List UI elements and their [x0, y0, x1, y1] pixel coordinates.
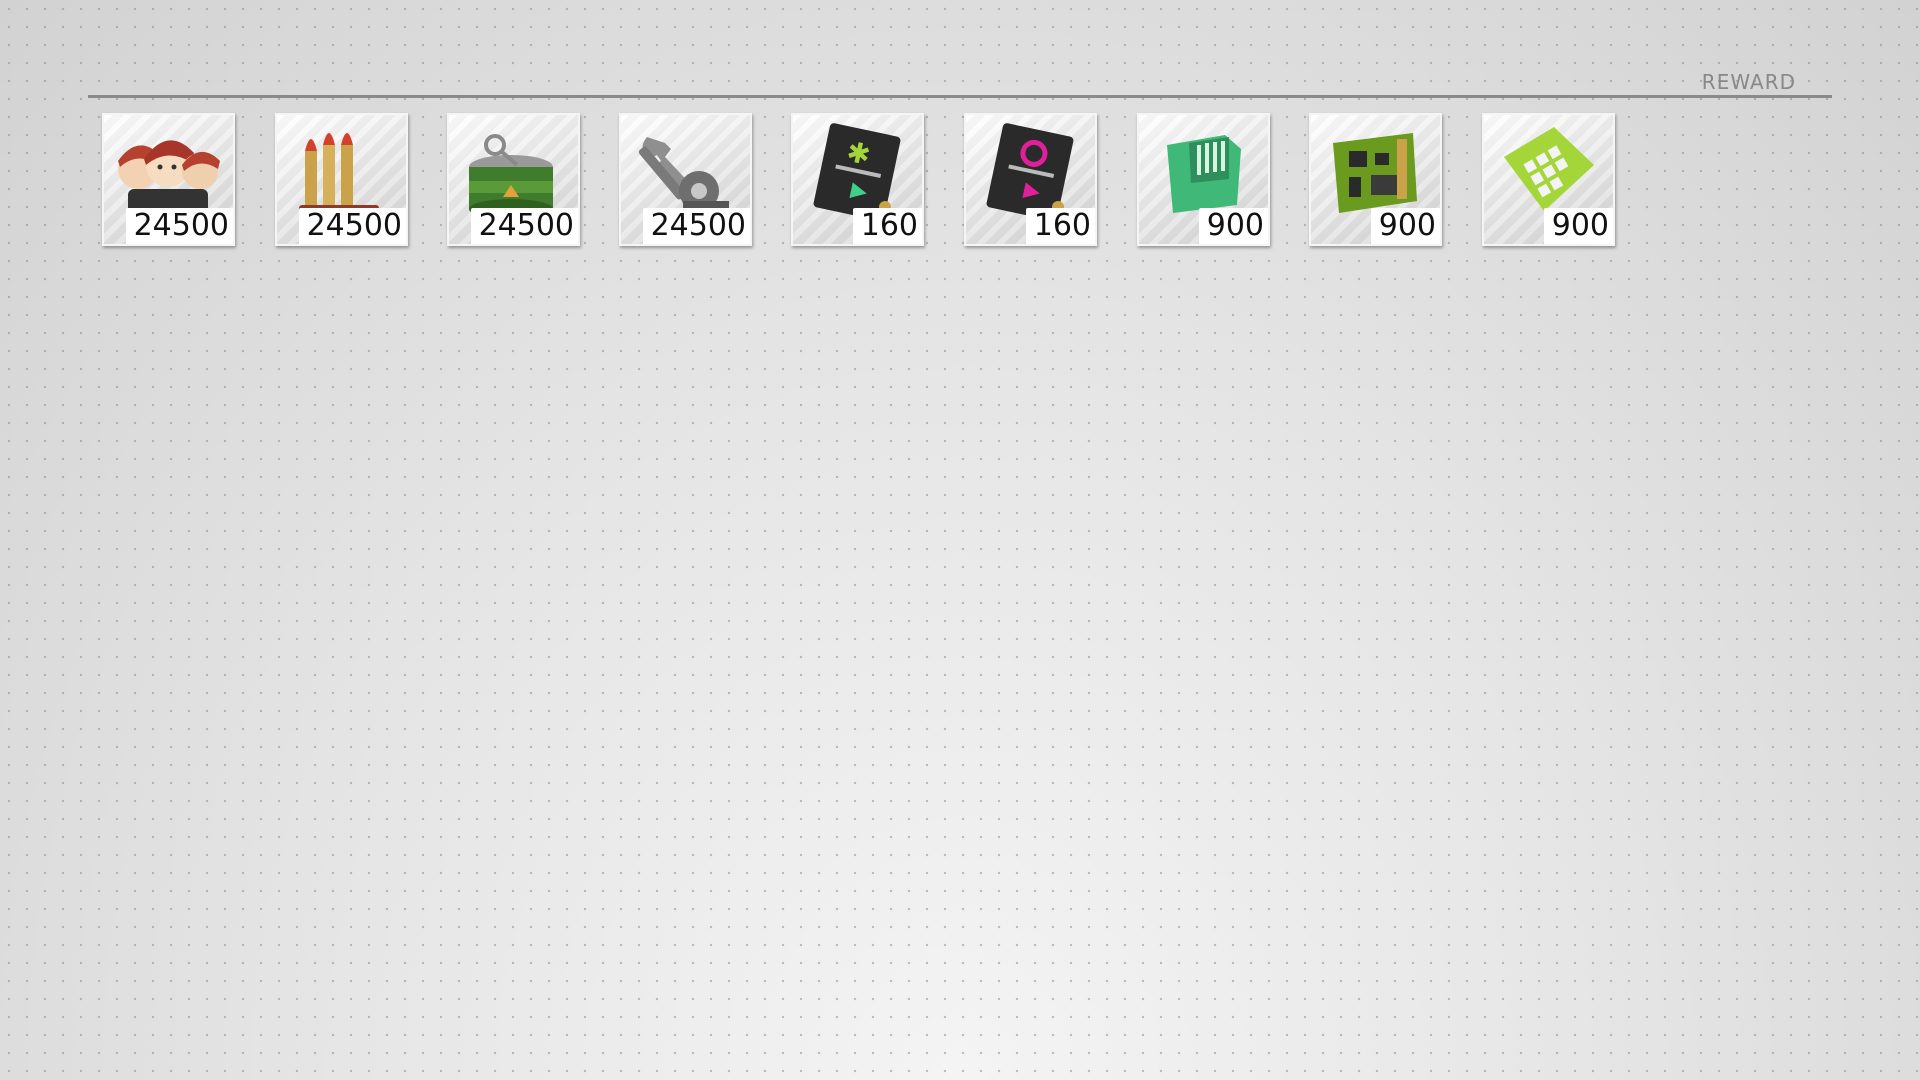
reward-count: 900	[1198, 208, 1268, 244]
reward-item[interactable]: 900	[1482, 113, 1615, 246]
reward-item[interactable]: ✱ 160	[791, 113, 924, 246]
reward-item[interactable]: 24500	[275, 113, 408, 246]
reward-header: REWARD	[88, 64, 1832, 98]
reward-title: REWARD	[1701, 70, 1796, 94]
ammo-icon	[299, 133, 379, 213]
reward-item[interactable]: 24500	[102, 113, 235, 246]
parts-icon	[638, 137, 729, 211]
quick-production-contract-icon: ✱	[813, 123, 901, 221]
circuit-board-icon	[1333, 133, 1417, 213]
combat-sim-data-icon	[1167, 135, 1241, 213]
reward-item[interactable]: 900	[1309, 113, 1442, 246]
reward-count: 24500	[470, 208, 578, 244]
quick-repair-contract-icon	[986, 123, 1074, 221]
manpower-icon	[118, 140, 220, 219]
reward-item[interactable]: 24500	[447, 113, 580, 246]
reward-count: 900	[1543, 208, 1613, 244]
rations-icon	[469, 134, 553, 219]
reward-count: 24500	[642, 208, 750, 244]
reward-item[interactable]: 160	[964, 113, 1097, 246]
reward-item[interactable]: 900	[1137, 113, 1270, 246]
reward-count: 900	[1370, 208, 1440, 244]
reward-count: 24500	[298, 208, 406, 244]
reward-count: 24500	[125, 208, 233, 244]
header-divider	[88, 95, 1832, 98]
data-patch-icon	[1504, 127, 1594, 211]
reward-item[interactable]: 24500	[619, 113, 752, 246]
reward-count: 160	[1025, 208, 1095, 244]
reward-count: 160	[852, 208, 922, 244]
